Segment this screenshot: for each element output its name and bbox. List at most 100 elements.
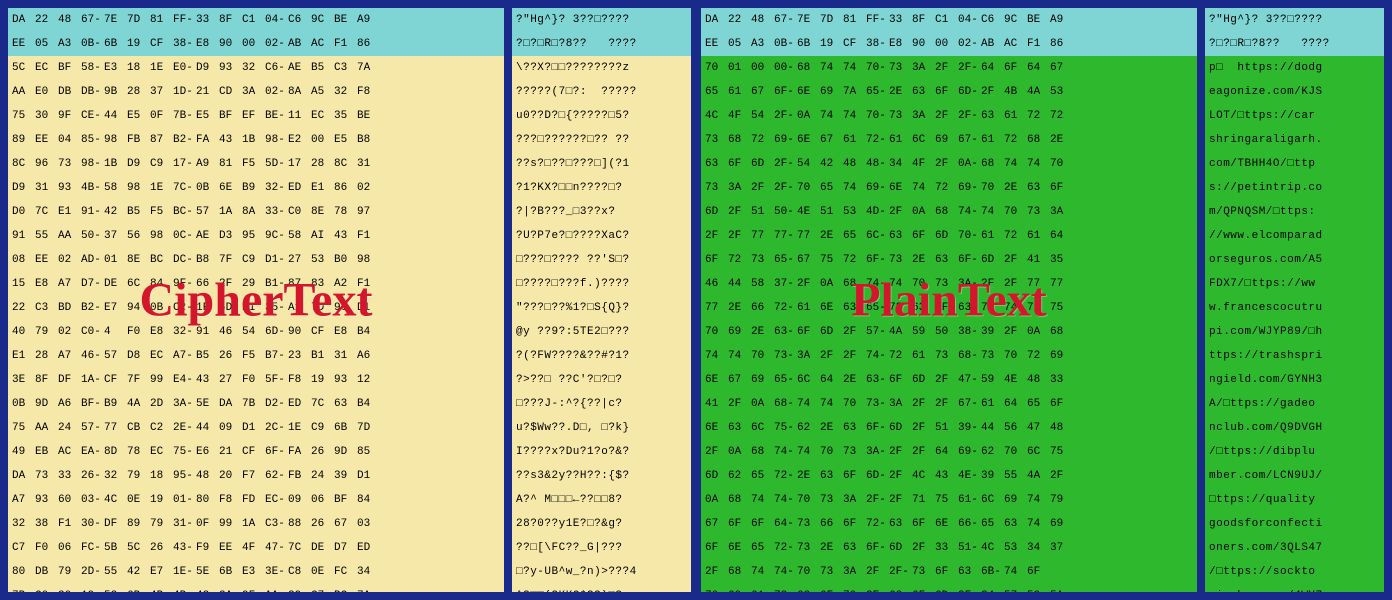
hex-byte[interactable]: E8 (35, 272, 58, 296)
hex-byte[interactable]: 86 (1050, 32, 1073, 56)
hex-byte[interactable]: 73 (935, 272, 958, 296)
hex-byte[interactable]: 33 (1050, 368, 1073, 392)
hex-byte[interactable]: 6E (705, 368, 728, 392)
ascii-row[interactable]: □?y-UB^w_?n)>???4 (512, 560, 691, 584)
hex-byte[interactable]: 19 (311, 368, 334, 392)
hex-byte[interactable]: 4B (150, 584, 173, 594)
hex-byte[interactable]: 6C (751, 416, 774, 440)
ascii-row[interactable]: piashop.com/4WYZ (1205, 584, 1384, 594)
hex-byte[interactable]: 19 (150, 488, 173, 512)
hex-byte[interactable]: 34 (1027, 536, 1050, 560)
hex-byte[interactable]: 2E (889, 80, 912, 104)
hex-byte[interactable]: 71 (912, 488, 935, 512)
hex-byte[interactable]: 46- (81, 344, 104, 368)
ascii-row[interactable]: u0??D?□{?????□5? (512, 104, 691, 128)
hex-byte[interactable]: F8 (219, 488, 242, 512)
hex-row[interactable]: 0B 9D A6 BF-B9 4A 2D 3A-5E DA 7B D2-ED 7… (8, 392, 504, 416)
hex-byte[interactable]: 6F- (866, 416, 889, 440)
hex-row[interactable]: 22 C3 BD B2-E7 94 0B C2-1F 5D E1 35-A1 7… (8, 296, 504, 320)
hex-byte[interactable]: 69- (958, 176, 981, 200)
hex-byte[interactable]: 4F (912, 152, 935, 176)
hex-byte[interactable]: 68 (1027, 128, 1050, 152)
hex-byte[interactable]: 63 (705, 152, 728, 176)
hex-byte[interactable]: 87 (288, 272, 311, 296)
hex-byte[interactable]: 9C- (265, 224, 288, 248)
hex-byte[interactable]: 39 (981, 464, 1004, 488)
hex-byte[interactable]: 73 (843, 440, 866, 464)
hex-byte[interactable]: 4C (981, 536, 1004, 560)
hex-byte[interactable]: 73- (866, 392, 889, 416)
hex-byte[interactable]: 7D (820, 8, 843, 32)
hex-byte[interactable]: 2F (866, 560, 889, 584)
hex-byte[interactable]: 70 (1050, 152, 1073, 176)
hex-byte[interactable]: 4F (242, 536, 265, 560)
hex-byte[interactable]: 21 (196, 80, 219, 104)
hex-byte[interactable]: E3 (242, 560, 265, 584)
hex-byte[interactable]: B4 (357, 320, 380, 344)
hex-byte[interactable]: 74 (728, 344, 751, 368)
hex-byte[interactable]: 32- (173, 320, 196, 344)
hex-byte[interactable]: AE (288, 56, 311, 80)
hex-byte[interactable]: 44 (728, 272, 751, 296)
hex-byte[interactable]: 2F (728, 224, 751, 248)
hex-byte[interactable]: 0A (797, 104, 820, 128)
hex-byte[interactable]: DA (705, 8, 728, 32)
hex-byte[interactable]: 43- (173, 536, 196, 560)
hex-row[interactable]: 70 69 2E 63-6F 6D 2F 57-4A 59 50 38-39 2… (701, 320, 1197, 344)
hex-byte[interactable]: 67 (728, 368, 751, 392)
hex-byte[interactable]: 8E (127, 248, 150, 272)
hex-byte[interactable]: 6F (705, 248, 728, 272)
hex-byte[interactable]: 29 (288, 584, 311, 594)
hex-byte[interactable]: 61 (981, 392, 1004, 416)
hex-byte[interactable]: 56 (1004, 416, 1027, 440)
hex-byte[interactable]: AE (196, 224, 219, 248)
hex-byte[interactable]: 6F- (774, 80, 797, 104)
hex-byte[interactable]: 69- (866, 176, 889, 200)
hex-byte[interactable]: 63 (334, 392, 357, 416)
hex-byte[interactable]: 44 (981, 416, 1004, 440)
hex-byte[interactable]: 2F (889, 200, 912, 224)
hex-byte[interactable]: 9C (1004, 8, 1027, 32)
hex-byte[interactable]: 2F (728, 392, 751, 416)
hex-byte[interactable]: 7C- (173, 176, 196, 200)
hex-byte[interactable]: 3E- (265, 560, 288, 584)
hex-byte[interactable]: 04- (265, 8, 288, 32)
hex-byte[interactable]: 02 (58, 248, 81, 272)
hex-byte[interactable]: CF (242, 440, 265, 464)
hex-byte[interactable]: 68 (981, 152, 1004, 176)
hex-byte[interactable]: 18 (150, 464, 173, 488)
hex-byte[interactable]: 7D (311, 296, 334, 320)
hex-byte[interactable]: CF (843, 32, 866, 56)
hex-byte[interactable]: 77 (797, 224, 820, 248)
hex-byte[interactable]: 2F (1004, 248, 1027, 272)
hex-byte[interactable]: 89 (127, 512, 150, 536)
hex-byte[interactable]: 62 (728, 464, 751, 488)
hex-row[interactable]: 77 2E 66 72-61 6E 63 65-73 63 6F 63-75 7… (701, 296, 1197, 320)
hex-byte[interactable]: 2E (751, 320, 774, 344)
hex-row[interactable]: 08 EE 02 AD-01 8E BC DC-B8 7F C9 D1-27 5… (8, 248, 504, 272)
hex-byte[interactable]: F1 (58, 512, 81, 536)
hex-byte[interactable]: 68 (843, 272, 866, 296)
hex-byte[interactable]: 61 (981, 224, 1004, 248)
ascii-row[interactable]: //www.elcomparad (1205, 224, 1384, 248)
hex-byte[interactable]: A6 (58, 392, 81, 416)
hex-byte[interactable]: 05 (728, 32, 751, 56)
hex-byte[interactable]: E8 (889, 32, 912, 56)
hex-byte[interactable]: 6F (1050, 392, 1073, 416)
hex-byte[interactable]: 73 (889, 104, 912, 128)
hex-byte[interactable]: 70 (843, 584, 866, 594)
hex-byte[interactable]: 74 (843, 176, 866, 200)
hex-byte[interactable]: 55 (104, 560, 127, 584)
hex-byte[interactable]: 37- (774, 272, 797, 296)
hex-byte[interactable]: 68- (958, 344, 981, 368)
hex-byte[interactable]: 63 (889, 584, 912, 594)
hex-byte[interactable]: C1 (242, 8, 265, 32)
hex-row[interactable]: 0A 68 74 74-70 73 3A 2F-2F 71 75 61-6C 6… (701, 488, 1197, 512)
hex-byte[interactable]: 2F- (774, 176, 797, 200)
ascii-row[interactable]: □???□???? ??'S□? (512, 248, 691, 272)
hex-byte[interactable]: E4- (173, 368, 196, 392)
hex-byte[interactable]: E6 (196, 440, 219, 464)
hex-byte[interactable]: AB (981, 32, 1004, 56)
ascii-row[interactable]: ?>??□ ??C'?□?□? (512, 368, 691, 392)
hex-byte[interactable]: 68 (728, 488, 751, 512)
